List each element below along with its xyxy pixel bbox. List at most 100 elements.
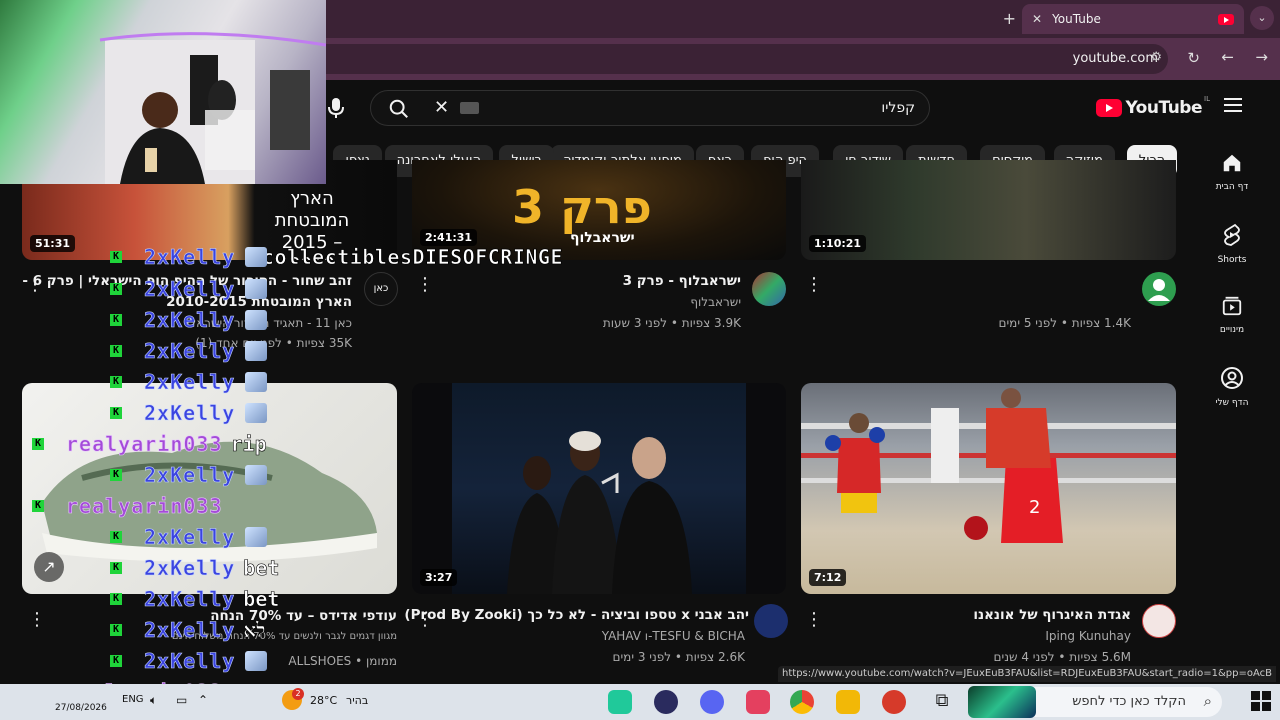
weather-condition: בהיר xyxy=(346,694,369,707)
search-input[interactable] xyxy=(370,90,930,126)
chrome-icon[interactable] xyxy=(790,690,814,714)
link-preview-statusbar: https://www.youtube.com/watch?v=JEuxEuB3… xyxy=(778,666,1276,682)
you-icon xyxy=(1221,367,1243,389)
obs-icon[interactable] xyxy=(654,690,678,714)
subscriptions-icon xyxy=(1222,296,1242,316)
file-explorer-icon[interactable] xyxy=(836,690,860,714)
kick-badge-icon: K xyxy=(110,314,122,326)
kick-badge-icon: K xyxy=(110,469,122,481)
address-bar[interactable] xyxy=(300,44,1168,74)
video-title[interactable]: אגדת האיגרוף של אונאנו xyxy=(973,607,1131,623)
chat-emote-icon xyxy=(245,465,268,485)
more-actions-icon[interactable] xyxy=(28,609,46,630)
video-title[interactable]: יהב אבני x טספו וביציה - לא כל כך (Prod … xyxy=(404,607,749,623)
tab-search-chevron-icon[interactable]: ⌄ xyxy=(1250,6,1274,30)
kick-badge-icon: K xyxy=(110,624,122,636)
discord-icon[interactable] xyxy=(700,690,724,714)
chat-emote-icon xyxy=(245,341,268,361)
task-view-icon[interactable]: ⧉ xyxy=(930,690,954,714)
thumbnail-caption: ישראבלוף xyxy=(570,230,635,246)
address-bar-url[interactable]: youtube.com xyxy=(1073,51,1158,66)
video-thumbnail[interactable]: 1:10:21 xyxy=(801,160,1176,260)
youtube-favicon-icon xyxy=(1218,13,1234,25)
youtube-wordmark: YouTube xyxy=(1125,98,1202,118)
channel-avatar[interactable] xyxy=(1142,272,1176,306)
more-actions-icon[interactable] xyxy=(805,609,823,630)
kick-badge-icon: K xyxy=(32,438,44,450)
network-icon[interactable]: ▭ xyxy=(176,693,187,707)
kick-badge-icon: K xyxy=(110,345,122,357)
more-actions-icon[interactable] xyxy=(416,609,434,630)
notification-chevron-icon[interactable]: ⌃ xyxy=(198,693,208,707)
notification-count-badge: 2 xyxy=(292,688,304,700)
chat-emote-icon xyxy=(245,372,268,392)
nav-home-label: דף הבית xyxy=(1215,182,1249,192)
video-thumbnail[interactable]: 2 7:12 xyxy=(801,383,1176,594)
chat-text: rip xyxy=(230,432,267,457)
instagram-icon[interactable] xyxy=(746,690,770,714)
ad-sponsor: ממומן • ALLSHOES xyxy=(288,654,397,668)
duration-badge: 1:10:21 xyxy=(809,235,867,252)
volume-icon[interactable]: 🔈︎ xyxy=(150,693,157,708)
chat-emote-icon xyxy=(245,310,268,330)
thumbnail-caption: הארץ xyxy=(290,188,334,209)
channel-avatar[interactable] xyxy=(752,272,786,306)
video-meta: 3.9K צפיות • לפני 3 שעות xyxy=(602,316,741,330)
channel-name[interactable]: TESFU & BICHA-ו YAHAV xyxy=(602,629,745,643)
app-icon[interactable] xyxy=(882,690,906,714)
chat-message: K 2xKelly bet xyxy=(110,556,280,580)
search-query-text[interactable]: קפליו xyxy=(881,100,915,116)
back-arrow-icon[interactable]: ← xyxy=(1221,48,1234,66)
nav-shorts[interactable]: Shorts xyxy=(1196,223,1268,265)
clear-search-icon[interactable]: ✕ xyxy=(434,97,449,118)
chat-username: 2xKelly xyxy=(144,401,236,426)
chat-message: K 2xKelly xyxy=(110,649,268,674)
channel-name[interactable]: Iping Kunuhay xyxy=(1045,629,1131,643)
close-tab-icon[interactable]: ✕ xyxy=(1032,12,1042,26)
chat-username: 2xKelly xyxy=(144,370,236,395)
chat-message: K 2xKelly xyxy=(110,277,268,301)
video-meta: 5.6M צפיות • לפני 4 שנים xyxy=(993,650,1131,664)
menu-hamburger-icon[interactable] xyxy=(1224,98,1242,112)
youtube-logo[interactable]: YouTube IL xyxy=(1096,95,1210,118)
nav-home[interactable]: דף הבית xyxy=(1196,152,1268,192)
stream-banner: collectiblesDIESOFCRINGE xyxy=(262,245,563,270)
reload-icon[interactable]: ↻ xyxy=(1187,49,1200,67)
input-language[interactable]: ENG xyxy=(122,694,144,705)
chat-username: 2xKelly xyxy=(144,649,236,674)
kick-badge-icon: K xyxy=(110,251,122,263)
app-icon[interactable] xyxy=(608,690,632,714)
duration-badge: 51:31 xyxy=(30,235,76,252)
microphone-icon[interactable] xyxy=(326,96,346,120)
new-tab-button[interactable]: + xyxy=(1003,9,1016,28)
channel-name[interactable]: ישראבלוף xyxy=(690,295,741,309)
search-highlight-image[interactable] xyxy=(968,686,1036,718)
channel-avatar[interactable]: כאן xyxy=(364,272,398,306)
channel-avatar[interactable] xyxy=(1142,604,1176,638)
chat-emote-icon xyxy=(245,651,268,671)
open-link-icon[interactable]: ↗ xyxy=(34,552,64,582)
webcam-image xyxy=(99,32,326,184)
video-meta: 2.6K צפיות • לפני 3 ימים xyxy=(612,650,745,664)
nav-you-label: הדף שלי xyxy=(1215,398,1249,408)
forward-arrow-icon[interactable]: → xyxy=(1255,48,1268,66)
chat-message: Krealyarin033 xyxy=(32,494,223,518)
nav-you[interactable]: הדף שלי xyxy=(1196,366,1268,408)
video-meta: 1.4K צפיות • לפני 5 ימים xyxy=(998,316,1131,330)
video-title[interactable]: ישראבלוף - פרק 3 xyxy=(623,273,741,289)
chat-message: K 2xKelly xyxy=(110,463,268,487)
weather-temperature: 28°C xyxy=(310,694,338,707)
keyboard-icon[interactable] xyxy=(460,102,479,114)
browser-tab-youtube[interactable]: ✕ YouTube xyxy=(1022,4,1244,34)
more-actions-icon[interactable] xyxy=(805,274,823,295)
more-actions-icon[interactable] xyxy=(416,274,434,295)
site-settings-icon[interactable]: ⚙ xyxy=(1150,50,1162,65)
more-actions-icon[interactable] xyxy=(26,274,44,295)
kick-badge-icon: K xyxy=(110,283,122,295)
search-icon[interactable] xyxy=(388,98,410,120)
windows-start-icon[interactable] xyxy=(1250,690,1272,712)
channel-avatar[interactable] xyxy=(754,604,788,638)
youtube-play-icon xyxy=(1096,99,1123,117)
video-thumbnail[interactable]: 3:27 xyxy=(412,383,786,594)
nav-subscriptions[interactable]: מינויים xyxy=(1196,295,1268,335)
